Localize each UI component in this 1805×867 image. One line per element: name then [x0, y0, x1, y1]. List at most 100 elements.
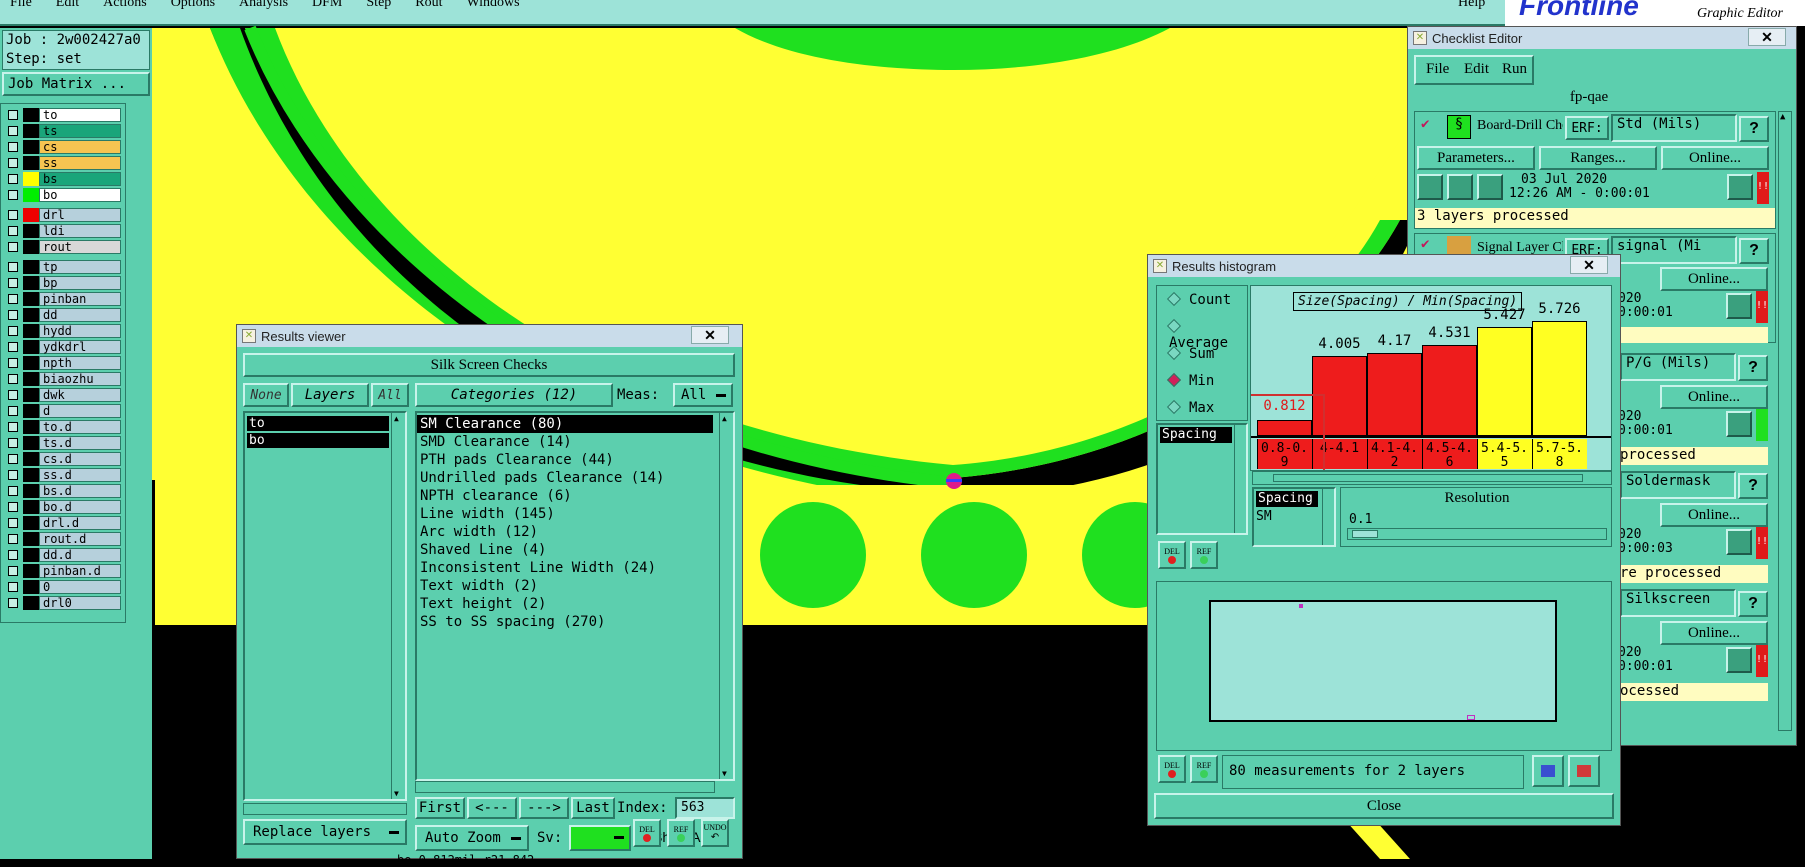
- layer-checkbox[interactable]: [8, 374, 18, 384]
- category-item[interactable]: Inconsistent Line Width (24): [420, 559, 656, 577]
- layer-row-to-d[interactable]: to.d: [5, 420, 121, 434]
- layer-name[interactable]: drl0: [39, 596, 121, 610]
- layer-checkbox[interactable]: [8, 142, 18, 152]
- close-icon[interactable]: ✕: [691, 326, 729, 344]
- layer-checkbox[interactable]: [8, 226, 18, 236]
- layer-checkbox[interactable]: [8, 294, 18, 304]
- layer-row-rout-d[interactable]: rout.d: [5, 532, 121, 546]
- layer-name[interactable]: drl: [39, 208, 121, 222]
- layer-name[interactable]: bs.d: [39, 484, 121, 498]
- radio-max[interactable]: Max: [1166, 399, 1214, 416]
- help-button[interactable]: ?: [1738, 355, 1768, 381]
- radio-sum[interactable]: Sum: [1166, 345, 1214, 362]
- layer-row-drl[interactable]: drl: [5, 208, 121, 222]
- menu-options[interactable]: Options: [171, 0, 215, 11]
- histogram-hscroll[interactable]: [1252, 471, 1612, 485]
- category-item[interactable]: NPTH clearance (6): [420, 487, 572, 505]
- run-all-icon[interactable]: [1477, 174, 1503, 200]
- layer-row-bs-d[interactable]: bs.d: [5, 484, 121, 498]
- menu-edit[interactable]: Edit: [56, 0, 79, 11]
- layer-color-swatch[interactable]: [23, 484, 39, 498]
- layer-name[interactable]: dd: [39, 308, 121, 322]
- viewer-layer-scrollbar[interactable]: ▲ ▼: [391, 413, 405, 799]
- layer-color-swatch[interactable]: [23, 324, 39, 338]
- radio-min[interactable]: Min: [1166, 372, 1214, 389]
- run-step-icon[interactable]: [1447, 174, 1473, 200]
- online-button[interactable]: Online...: [1661, 146, 1769, 170]
- export-table-icon[interactable]: [1568, 755, 1600, 787]
- layer-row-ts[interactable]: ts: [5, 124, 121, 138]
- replace-layers-select[interactable]: Replace layers: [243, 819, 407, 845]
- radio-count[interactable]: Count: [1166, 291, 1231, 308]
- layer-color-swatch[interactable]: [23, 436, 39, 450]
- layer-row-biaozhu[interactable]: biaozhu: [5, 372, 121, 386]
- layer-color-swatch[interactable]: [23, 224, 39, 238]
- layer-color-swatch[interactable]: [23, 108, 39, 122]
- layer-color-swatch[interactable]: [23, 260, 39, 274]
- layer-color-swatch[interactable]: [23, 172, 39, 186]
- layer-name[interactable]: biaozhu: [39, 372, 121, 386]
- histogram-chart[interactable]: Size(Spacing) / Min(Spacing) 0.812 0.8-0.…: [1250, 285, 1612, 471]
- layer-name[interactable]: ss: [39, 156, 121, 170]
- layer-checkbox[interactable]: [8, 210, 18, 220]
- layer-color-swatch[interactable]: [23, 124, 39, 138]
- layer-name[interactable]: bs: [39, 172, 121, 186]
- checklist-scrollbar[interactable]: ▲: [1778, 111, 1792, 731]
- layer-name[interactable]: dwk: [39, 388, 121, 402]
- categories-button[interactable]: Categories (12): [415, 383, 613, 407]
- layer-row-pinban[interactable]: pinban: [5, 292, 121, 306]
- layer-row-ts-d[interactable]: ts.d: [5, 436, 121, 450]
- spacing-list[interactable]: Spacing SM: [1252, 487, 1336, 547]
- layer-row-ss[interactable]: ss: [5, 156, 121, 170]
- layer-color-swatch[interactable]: [23, 420, 39, 434]
- zoom-results-icon[interactable]: [1727, 174, 1753, 200]
- layer-color-swatch[interactable]: [23, 188, 39, 202]
- layer-color-swatch[interactable]: [23, 564, 39, 578]
- help-button[interactable]: ?: [1738, 591, 1768, 617]
- measure-item-spacing[interactable]: Spacing: [1160, 427, 1232, 443]
- layer-name[interactable]: ts.d: [39, 436, 121, 450]
- layer-checkbox[interactable]: [8, 358, 18, 368]
- layer-color-swatch[interactable]: [23, 596, 39, 610]
- layer-checkbox[interactable]: [8, 342, 18, 352]
- ranges-button[interactable]: Ranges...: [1539, 146, 1657, 170]
- layer-row-ss-d[interactable]: ss.d: [5, 468, 121, 482]
- viewer-del-button-face[interactable]: DEL: [633, 819, 661, 847]
- layer-color-swatch[interactable]: [23, 580, 39, 594]
- run-icon[interactable]: [1417, 174, 1443, 200]
- layer-name[interactable]: to.d: [39, 420, 121, 434]
- layer-checkbox[interactable]: [8, 566, 18, 576]
- online-button[interactable]: Online...: [1660, 385, 1768, 409]
- layer-name[interactable]: to: [39, 108, 121, 122]
- layer-color-swatch[interactable]: [23, 468, 39, 482]
- index-input[interactable]: 563: [675, 797, 735, 819]
- menu-rout[interactable]: Rout: [415, 0, 442, 11]
- layers-button[interactable]: Layers: [291, 383, 369, 407]
- preview-frame[interactable]: [1209, 600, 1557, 722]
- layer-name[interactable]: ts: [39, 124, 121, 138]
- layer-row-bo[interactable]: bo: [5, 188, 121, 202]
- layer-row-cs-d[interactable]: cs.d: [5, 452, 121, 466]
- all-layers-button[interactable]: All: [371, 383, 409, 407]
- erf-value[interactable]: Std (Mils): [1611, 114, 1737, 142]
- category-item[interactable]: Arc width (12): [420, 523, 538, 541]
- layer-color-swatch[interactable]: [23, 340, 39, 354]
- layer-row-pinban-d[interactable]: pinban.d: [5, 564, 121, 578]
- close-icon[interactable]: ✕: [1570, 256, 1608, 274]
- histogram-bar[interactable]: [1367, 353, 1422, 436]
- layer-color-swatch[interactable]: [23, 140, 39, 154]
- layer-row-to[interactable]: to: [5, 108, 121, 122]
- layer-color-swatch[interactable]: [23, 500, 39, 514]
- layer-color-swatch[interactable]: [23, 532, 39, 546]
- viewer-ref-button[interactable]: REF: [667, 819, 695, 847]
- layer-row-bo-d[interactable]: bo.d: [5, 500, 121, 514]
- histogram-bar[interactable]: [1422, 345, 1477, 436]
- menu-analysis[interactable]: Analysis: [239, 0, 288, 11]
- layer-name[interactable]: bp: [39, 276, 121, 290]
- enabled-checkbox[interactable]: ✔: [1421, 237, 1435, 252]
- categories-list[interactable]: ▲ ▼ SM Clearance (80) SMD Clearance (14) P…: [415, 411, 735, 781]
- layer-checkbox[interactable]: [8, 406, 18, 416]
- layer-name[interactable]: drl.d: [39, 516, 121, 530]
- layer-name[interactable]: d: [39, 404, 121, 418]
- layer-checkbox[interactable]: [8, 126, 18, 136]
